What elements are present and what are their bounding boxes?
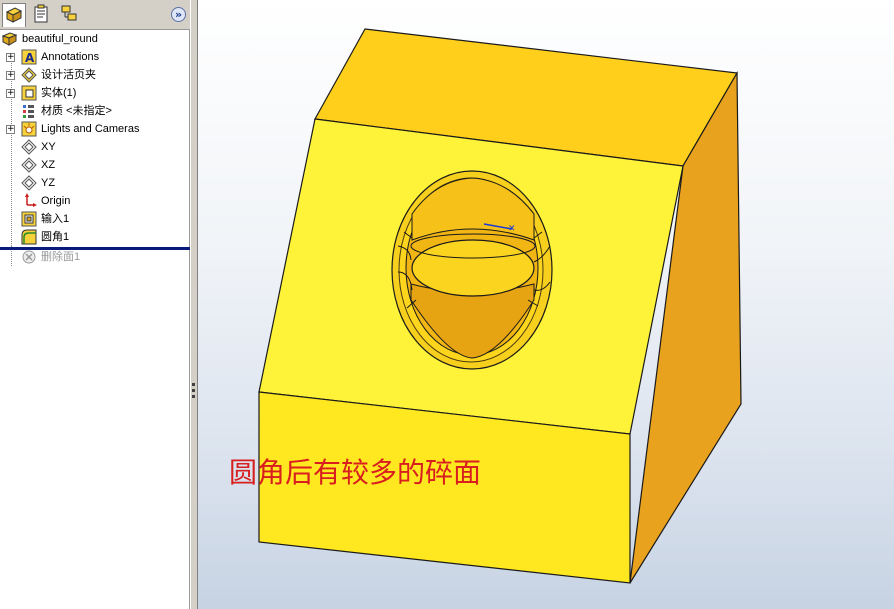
tree-item-label: 删除面1	[41, 251, 81, 263]
tree-item-label: Annotations	[41, 51, 100, 63]
expand-toggle[interactable]: +	[6, 89, 15, 98]
tree-item-label: XY	[41, 141, 56, 153]
expand-toggle[interactable]: +	[6, 71, 15, 80]
tree-item-lights-cameras[interactable]: + Lights and Cameras	[0, 120, 190, 138]
tree-item-label: 圆角1	[41, 231, 70, 243]
double-chevron-right-icon: »	[174, 8, 183, 21]
tree-item-label: 设计活页夹	[41, 69, 96, 81]
splitter-grip-icon	[192, 383, 196, 403]
tree-item-solid-bodies[interactable]: + 实体(1)	[0, 84, 190, 102]
feature-manager-panel: » beautiful_round + A Annotations + 设计活页…	[0, 0, 190, 609]
expand-toggle[interactable]: +	[6, 53, 15, 62]
tab-configuration-manager[interactable]	[58, 3, 82, 27]
expand-panel-button[interactable]: »	[171, 7, 186, 22]
part-icon	[2, 32, 18, 46]
origin-icon	[25, 193, 37, 207]
tree-item-origin[interactable]: Origin	[0, 192, 190, 210]
configuration-manager-icon	[61, 5, 77, 21]
tree-item-label: Lights and Cameras	[41, 123, 140, 135]
tree-item-material[interactable]: 材质 <未指定>	[0, 102, 190, 120]
plane-icon	[21, 157, 37, 173]
tree-item-plane-xy[interactable]: XY	[0, 138, 190, 156]
property-manager-icon	[34, 4, 48, 23]
feature-manager-icon	[5, 7, 23, 23]
tree-item-annotations[interactable]: + A Annotations	[0, 48, 190, 66]
tree-root-item[interactable]: beautiful_round	[0, 30, 190, 48]
imported-body-icon	[21, 211, 37, 227]
tree-item-label: 实体(1)	[41, 87, 77, 99]
panel-splitter[interactable]	[190, 0, 198, 609]
tree-item-plane-yz[interactable]: YZ	[0, 174, 190, 192]
tree-root-label: beautiful_round	[22, 33, 98, 45]
plane-icon	[21, 175, 37, 191]
lights-cameras-icon	[21, 121, 37, 137]
tab-feature-manager[interactable]	[2, 3, 26, 27]
tree-item-label: XZ	[41, 159, 56, 171]
graphics-area[interactable]: ✕	[198, 0, 894, 609]
delete-face-icon	[22, 250, 36, 264]
tree-item-label: 输入1	[41, 213, 70, 225]
annotations-icon: A	[21, 49, 37, 65]
model-view: ✕	[258, 28, 742, 584]
svg-text:A: A	[25, 51, 35, 65]
material-icon	[23, 105, 34, 118]
fillet-icon	[21, 229, 37, 245]
tree-item-fillet1[interactable]: 圆角1	[0, 228, 190, 246]
tree-item-label: 材质 <未指定>	[41, 105, 112, 117]
tree-item-plane-xz[interactable]: XZ	[0, 156, 190, 174]
tree-item-delete-face1[interactable]: 删除面1	[0, 248, 190, 266]
tree-item-label: YZ	[41, 177, 56, 189]
fillet-hole[interactable]: ✕	[391, 170, 553, 370]
selection-marker-icon: ✕	[508, 224, 516, 234]
panel-tab-bar: »	[0, 0, 190, 30]
design-binder-icon	[21, 67, 37, 83]
tab-property-manager[interactable]	[30, 3, 54, 27]
tree-item-design-binder[interactable]: + 设计活页夹	[0, 66, 190, 84]
solid-bodies-icon	[21, 85, 37, 101]
annotation-caption: 圆角后有较多的碎面	[229, 456, 482, 489]
tree-item-label: Origin	[41, 195, 71, 207]
plane-icon	[21, 139, 37, 155]
tree-item-import1[interactable]: 输入1	[0, 210, 190, 228]
expand-toggle[interactable]: +	[6, 125, 15, 134]
